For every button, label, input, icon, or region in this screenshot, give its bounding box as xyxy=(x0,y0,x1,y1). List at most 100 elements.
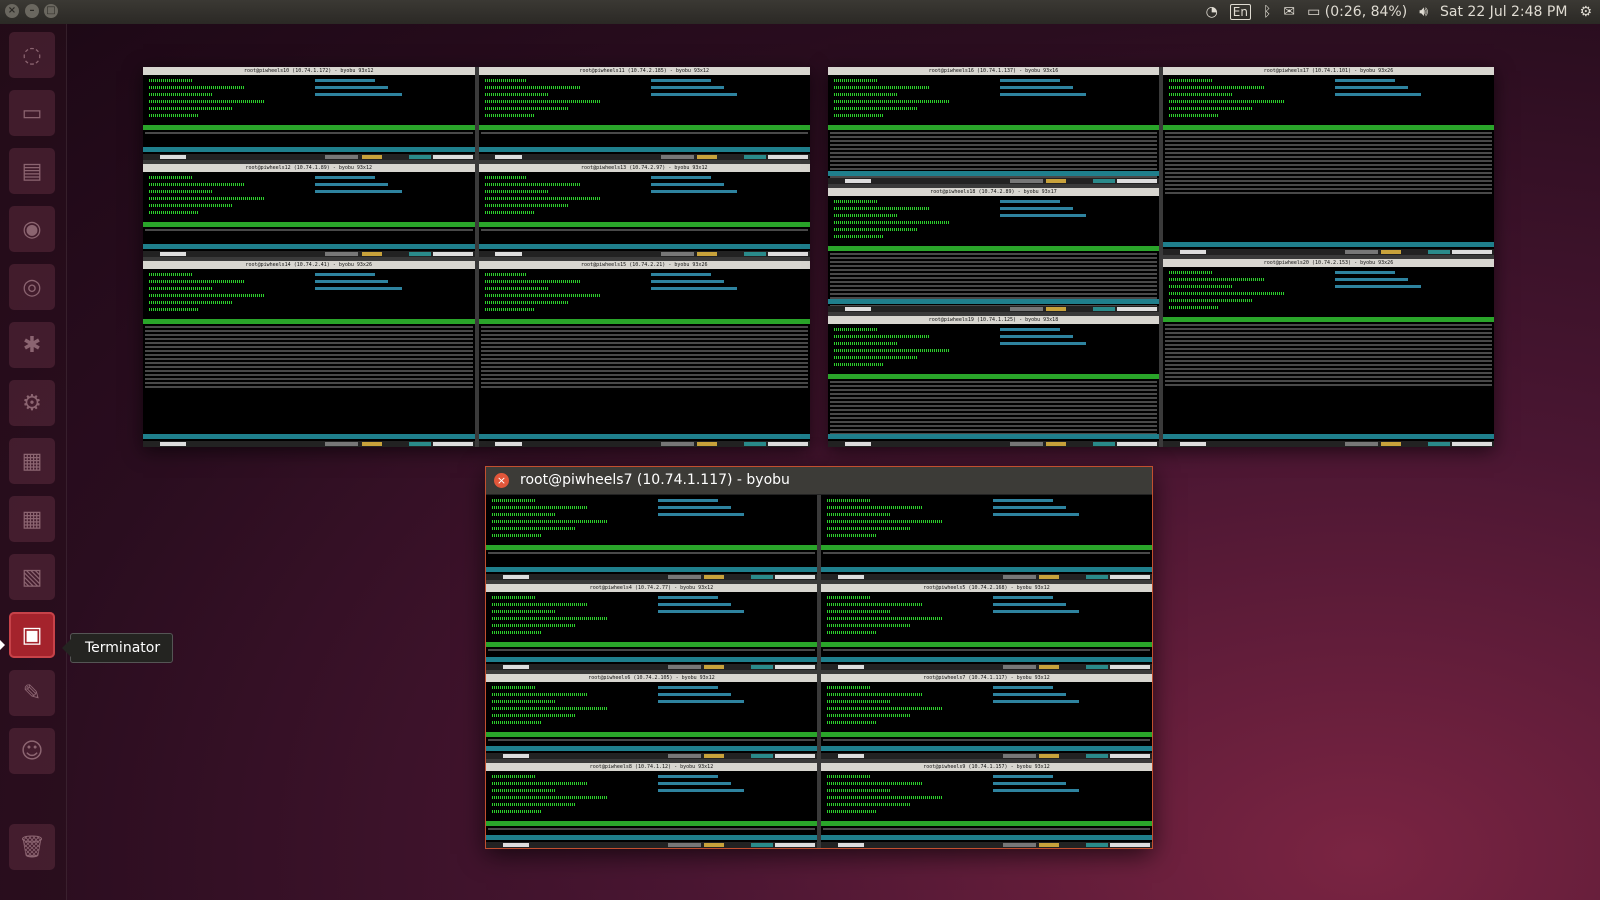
function-key-bar xyxy=(486,745,817,751)
clock[interactable]: Sat 22 Jul 2:48 PM xyxy=(1440,4,1567,20)
process-row xyxy=(1165,360,1492,362)
dash-icon[interactable]: ◌ xyxy=(9,32,55,78)
byobu-status-bar xyxy=(486,663,817,670)
terminal-pane[interactable]: root@piwheels4 (10.74.2.77) - byobu 93x1… xyxy=(486,584,817,670)
terminal-pane[interactable]: root@piwheels10 (10.74.1.172) - byobu 93… xyxy=(143,67,475,160)
process-row xyxy=(480,350,808,352)
terminal-pane[interactable]: root@piwheels7 (10.74.1.117) - byobu 93x… xyxy=(821,673,1152,759)
gimp-icon[interactable]: ✎ xyxy=(9,670,55,716)
volume-icon[interactable]: 🔊︎ xyxy=(1419,4,1428,20)
process-row xyxy=(145,386,473,388)
chrome-icon[interactable]: ◎ xyxy=(9,264,55,310)
terminal-pane[interactable] xyxy=(486,495,817,581)
process-row xyxy=(480,370,808,372)
maximize-icon[interactable]: □ xyxy=(44,4,58,18)
terminator-icon[interactable]: ▣ xyxy=(9,612,55,658)
minimize-icon[interactable]: – xyxy=(25,4,39,18)
window-titlebar[interactable]: × root@piwheels7 (10.74.1.117) - byobu xyxy=(486,467,1152,495)
process-row xyxy=(145,229,473,231)
process-row xyxy=(145,358,473,360)
cpu-meter xyxy=(149,183,292,186)
close-icon[interactable]: × xyxy=(5,4,19,18)
process-row xyxy=(830,272,1157,275)
terminal-pane[interactable]: root@piwheels18 (10.74.2.89) - byobu 93x… xyxy=(828,187,1159,312)
terminal-pane[interactable]: root@piwheels20 (10.74.2.153) - byobu 93… xyxy=(1163,259,1494,447)
terminator-window-focused[interactable]: × root@piwheels7 (10.74.1.117) - byobu r… xyxy=(486,467,1152,848)
process-row xyxy=(823,649,1150,652)
wifi-icon[interactable]: ◔ xyxy=(1206,4,1218,20)
cpu-meter xyxy=(492,631,635,635)
mail-icon[interactable]: ✉ xyxy=(1283,4,1295,20)
cpu-meter xyxy=(492,713,635,717)
terminal-pane[interactable]: root@piwheels11 (10.74.2.185) - byobu 93… xyxy=(478,67,810,160)
function-key-bar xyxy=(143,434,475,439)
byobu-status-bar xyxy=(821,842,1152,848)
terminal-pane[interactable]: root@piwheels14 (10.74.2.41) - byobu 93x… xyxy=(143,261,475,447)
process-header xyxy=(821,545,1152,550)
battery-icon: ▭ xyxy=(1307,4,1321,20)
load-stat xyxy=(1000,199,1060,203)
terminal-pane[interactable]: root@piwheels5 (10.74.2.168) - byobu 93x… xyxy=(821,584,1152,670)
terminal-pane[interactable]: root@piwheels17 (10.74.1.101) - byobu 93… xyxy=(1163,67,1494,255)
gear-icon[interactable]: ⚙ xyxy=(1579,4,1592,20)
byobu-status-bar xyxy=(478,251,810,257)
trash-icon[interactable]: 🗑 xyxy=(9,824,55,870)
pane-title: root@piwheels16 (10.74.1.137) - byobu 93… xyxy=(828,67,1159,75)
process-header xyxy=(828,245,1159,251)
cpu-meter xyxy=(834,327,977,331)
load-stat xyxy=(650,287,738,290)
cpu-meter xyxy=(149,294,292,297)
cpu-meter xyxy=(149,79,292,82)
cpu-meter xyxy=(149,308,292,311)
terminal-pane[interactable]: root@piwheels15 (10.74.2.21) - byobu 93x… xyxy=(478,261,810,447)
settings-app-icon[interactable]: ✱ xyxy=(9,322,55,368)
cpu-meter xyxy=(834,341,977,345)
launcher-tooltip: Terminator xyxy=(61,633,174,663)
process-row xyxy=(480,132,808,134)
pidgin-icon[interactable]: ☺ xyxy=(9,728,55,774)
terminal-pane[interactable]: root@piwheels8 (10.74.1.12) - byobu 93x1… xyxy=(486,762,817,848)
impress-icon[interactable]: ▧ xyxy=(9,554,55,600)
load-stat xyxy=(993,506,1066,509)
terminal-pane[interactable]: root@piwheels9 (10.74.1.157) - byobu 93x… xyxy=(821,762,1152,848)
files-icon[interactable]: ▤ xyxy=(9,148,55,194)
battery-indicator[interactable]: ▭ (0:26, 84%) xyxy=(1307,4,1407,20)
battery-text: (0:26, 84%) xyxy=(1324,4,1408,20)
cpu-meter xyxy=(827,713,970,717)
cpu-meter xyxy=(834,227,977,231)
cpu-meter xyxy=(492,774,635,778)
terminal-icon[interactable]: ▭ xyxy=(9,90,55,136)
process-row xyxy=(830,256,1157,259)
process-row xyxy=(1165,180,1492,182)
load-stat xyxy=(315,183,389,186)
system-icon[interactable]: ⚙ xyxy=(9,380,55,426)
cpu-meter xyxy=(484,107,628,110)
load-stat xyxy=(315,93,402,96)
writer-icon[interactable]: ▦ xyxy=(9,438,55,484)
terminator-window-b[interactable]: root@piwheels16 (10.74.1.137) - byobu 93… xyxy=(828,67,1494,447)
process-row xyxy=(145,346,473,348)
terminal-pane[interactable]: root@piwheels6 (10.74.2.105) - byobu 93x… xyxy=(486,673,817,759)
process-header xyxy=(1163,317,1494,322)
process-row xyxy=(145,362,473,364)
keyboard-layout-indicator[interactable]: En xyxy=(1229,4,1251,20)
bluetooth-icon[interactable]: ᛒ xyxy=(1263,4,1271,20)
terminal-pane[interactable]: root@piwheels19 (10.74.1.125) - byobu 93… xyxy=(828,315,1159,447)
cpu-meter xyxy=(492,685,635,689)
load-stat xyxy=(658,610,745,614)
cpu-meter xyxy=(492,499,635,502)
function-key-bar xyxy=(821,656,1152,662)
terminal-pane[interactable] xyxy=(821,495,1152,581)
firefox-icon[interactable]: ◉ xyxy=(9,206,55,252)
pane-title: root@piwheels6 (10.74.2.105) - byobu 93x… xyxy=(486,673,817,682)
cpu-meter xyxy=(492,809,635,813)
process-row xyxy=(145,326,473,328)
cpu-meter xyxy=(827,534,970,537)
calc-icon[interactable]: ▦ xyxy=(9,496,55,542)
terminator-window-a[interactable]: root@piwheels10 (10.74.1.172) - byobu 93… xyxy=(143,67,810,447)
close-icon[interactable]: × xyxy=(494,473,509,488)
terminal-pane[interactable]: root@piwheels16 (10.74.1.137) - byobu 93… xyxy=(828,67,1159,184)
terminal-pane[interactable]: root@piwheels12 (10.74.1.89) - byobu 93x… xyxy=(143,164,475,257)
terminal-pane[interactable]: root@piwheels13 (10.74.2.97) - byobu 93x… xyxy=(478,164,810,257)
process-row xyxy=(1165,328,1492,330)
